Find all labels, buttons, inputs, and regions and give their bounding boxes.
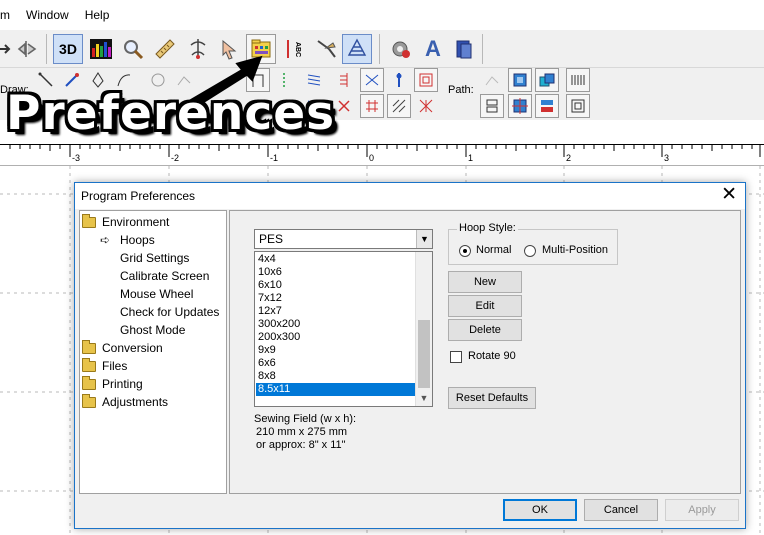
delete-hoop-button[interactable]: Delete [448, 319, 522, 341]
tree-item-files[interactable]: Files [82, 357, 127, 375]
scrollbar-thumb[interactable] [418, 320, 430, 388]
hoops-settings-panel: PES ▼ 4x4 10x6 6x10 7x12 12x7 300x200 20… [229, 210, 741, 494]
sewing-field-label: Sewing Field (w x h): [254, 413, 357, 425]
list-item[interactable]: 9x9 [256, 344, 415, 357]
format-select-value: PES [259, 232, 284, 246]
tree-item-label: Calibrate Screen [120, 269, 210, 283]
sewing-field-inches: or approx: 8" x 11" [256, 439, 346, 451]
list-item[interactable]: 6x6 [256, 357, 415, 370]
folder-icon [82, 213, 96, 228]
tree-item-environment[interactable]: Environment [82, 213, 169, 231]
tree-item-label: Files [102, 359, 128, 373]
tree-selection-arrow-icon: ➪ [100, 233, 111, 247]
chevron-down-icon[interactable]: ▼ [416, 230, 432, 248]
list-item-selected[interactable]: 8.5x11 [256, 383, 415, 396]
edit-hoop-button[interactable]: Edit [448, 295, 522, 317]
tree-item-conversion[interactable]: Conversion [82, 339, 163, 357]
list-item[interactable]: 300x200 [256, 318, 415, 331]
hoop-style-normal-label: Normal [476, 244, 512, 256]
tree-item-label: Conversion [102, 341, 163, 355]
list-scrollbar[interactable]: ▼ [415, 252, 432, 406]
ok-button[interactable]: OK [503, 499, 577, 521]
preferences-banner: Preferences [6, 86, 336, 141]
scroll-down-icon[interactable]: ▼ [416, 390, 432, 406]
hoop-style-normal-radio[interactable] [459, 245, 471, 257]
tree-item-printing[interactable]: Printing [82, 375, 143, 393]
tree-item-check-for-updates[interactable]: Check for Updates [120, 303, 219, 321]
sewing-field-mm: 210 mm x 275 mm [256, 426, 348, 438]
rotate-90-label: Rotate 90 [468, 350, 516, 362]
folder-icon [82, 339, 96, 354]
program-preferences-dialog: Program Preferences ✕ Environment ➪ Hoop… [74, 182, 746, 529]
new-hoop-button[interactable]: New [448, 271, 522, 293]
tree-item-label: Grid Settings [120, 251, 190, 265]
list-item[interactable]: 10x6 [256, 266, 415, 279]
format-select[interactable]: PES ▼ [254, 229, 433, 249]
list-item[interactable]: 200x300 [256, 331, 415, 344]
folder-icon [82, 375, 96, 390]
reset-defaults-button[interactable]: Reset Defaults [448, 387, 536, 409]
hoop-style-multi-position-radio[interactable] [524, 245, 536, 257]
close-icon[interactable]: ✕ [721, 185, 737, 205]
list-item[interactable]: 7x12 [256, 292, 415, 305]
tree-item-label: Check for Updates [120, 305, 220, 319]
cancel-button[interactable]: Cancel [584, 499, 658, 521]
tree-item-ghost-mode[interactable]: Ghost Mode [120, 321, 185, 339]
hoop-style-label: Hoop Style: [457, 222, 518, 234]
list-item[interactable]: 8x8 [256, 370, 415, 383]
tree-item-label: Environment [102, 215, 170, 229]
tree-item-grid-settings[interactable]: Grid Settings [120, 249, 189, 267]
tree-item-label: Adjustments [102, 395, 169, 409]
list-item[interactable]: 12x7 [256, 305, 415, 318]
folder-icon [82, 357, 96, 372]
dialog-title: Program Preferences [81, 189, 196, 203]
hoop-style-multi-position-label: Multi-Position [542, 244, 609, 256]
tree-item-label: Printing [102, 377, 143, 391]
tree-item-adjustments[interactable]: Adjustments [82, 393, 168, 411]
list-item[interactable]: 6x10 [256, 279, 415, 292]
tree-item-label: Ghost Mode [120, 323, 186, 337]
tree-item-hoops[interactable]: ➪ Hoops [100, 231, 155, 249]
dialog-title-bar[interactable]: Program Preferences ✕ [75, 183, 745, 209]
rotate-90-checkbox[interactable] [450, 351, 462, 363]
apply-button[interactable]: Apply [665, 499, 739, 521]
tree-item-label: Hoops [120, 233, 155, 247]
tree-item-mouse-wheel[interactable]: Mouse Wheel [120, 285, 193, 303]
preferences-tree: Environment ➪ Hoops Grid Settings Calibr… [79, 210, 227, 494]
list-item[interactable]: 4x4 [256, 253, 415, 266]
hoop-size-list[interactable]: 4x4 10x6 6x10 7x12 12x7 300x200 200x300 … [254, 251, 433, 407]
folder-icon [82, 393, 96, 408]
tree-item-label: Mouse Wheel [120, 287, 194, 301]
hoop-style-group: Hoop Style: Normal Multi-Position [448, 222, 618, 265]
tree-item-calibrate-screen[interactable]: Calibrate Screen [120, 267, 209, 285]
